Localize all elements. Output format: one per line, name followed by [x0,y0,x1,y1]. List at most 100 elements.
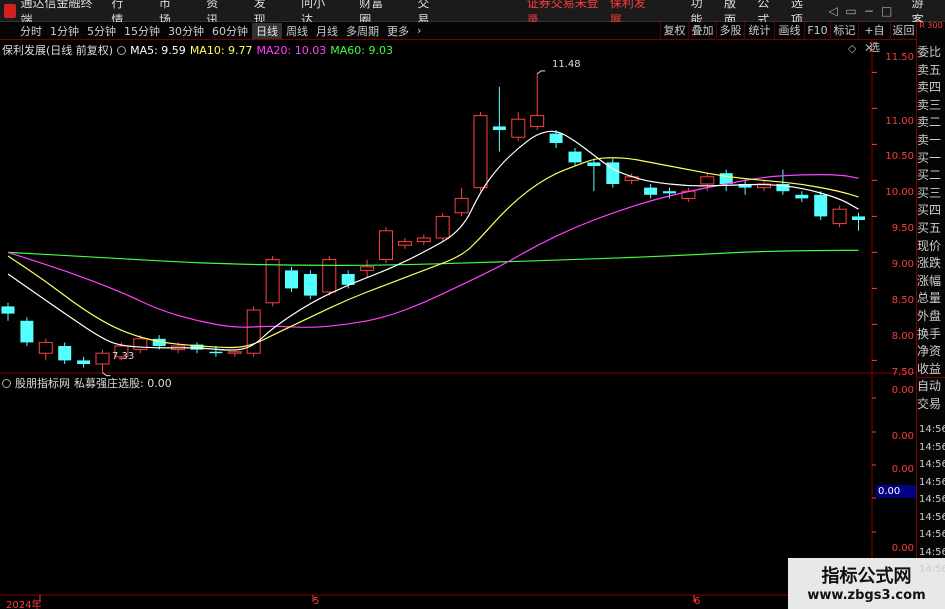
side-item[interactable]: 净资 [917,343,945,360]
side-item[interactable]: 卖三 [917,97,945,114]
x-label-may: 5 [313,596,320,607]
candle-body [587,162,601,166]
btn-mark[interactable]: 标记 [830,22,858,40]
kline-chart[interactable] [0,40,916,609]
price-tick: 11.00 [885,116,914,127]
chevron-right-icon[interactable]: › [413,24,425,37]
indicator-value-box: 0.00 [876,485,916,498]
candle-body [95,352,110,365]
btn-draw[interactable]: 画线 [774,22,804,40]
x-label-year: 2024年 [6,600,42,609]
period-15m[interactable]: 15分钟 [120,23,164,39]
candle-body [1,306,15,314]
side-item[interactable]: 买三 [917,185,945,202]
diamond-icon[interactable]: ◇ [848,42,856,55]
side-item[interactable]: 委比 [917,44,945,61]
restore-icon[interactable]: ▭ [842,1,860,21]
candle-body [644,187,658,195]
close-icon[interactable]: ✕ [864,41,874,55]
candle-body [832,208,847,225]
btn-f10[interactable]: F10 [804,22,830,40]
side-item[interactable]: 总量 [917,290,945,307]
period-multi[interactable]: 多周期 [342,23,383,39]
candle-body [568,151,582,163]
trade-time: 14:56 [919,511,945,523]
price-tick: 9.50 [891,223,914,234]
period-30m[interactable]: 30分钟 [164,23,208,39]
side-separator [917,377,945,378]
period-more[interactable]: 更多 [383,23,413,39]
side-item[interactable]: 涨幅 [917,273,945,290]
candle-body [492,126,506,130]
period-month[interactable]: 月线 [312,23,342,39]
btn-stats[interactable]: 统计 [744,22,774,40]
side-item[interactable]: 收益 [917,361,945,378]
period-week[interactable]: 周线 [282,23,312,39]
side-item[interactable]: 买二 [917,167,945,184]
period-minute[interactable]: 分时 [16,23,46,39]
side-item[interactable]: 涨跌 [917,255,945,272]
trade-time: 14:56 [919,494,945,505]
period-5m[interactable]: 5分钟 [83,23,120,39]
x-label-june: 6 [694,596,701,607]
watermark-url: www.zbgs3.com [807,588,926,603]
candle-body [38,341,53,354]
indicator-info: 股朋指标网 私募强庄选股: 0.00 [2,375,172,391]
ma20-label: MA20: 10.03 [256,43,327,57]
side-item[interactable]: 买四 [917,202,945,219]
trade-time: 14:56 [919,529,945,540]
candle-body [663,191,676,194]
candle-body [814,194,828,217]
candle-body [265,259,280,304]
minimize-icon[interactable]: − [860,1,878,21]
side-item[interactable]: 现价 [917,238,945,255]
ma5-line [7,130,859,351]
side-item[interactable]: 买一 [917,150,945,167]
candle-body [303,274,317,296]
indicator-tick: 0.00 [891,431,914,442]
price-tick: 8.50 [891,295,914,306]
side-item[interactable]: 交易 [917,396,945,413]
side-item[interactable]: 换手 [917,326,945,343]
app-logo-icon [4,3,17,18]
side-item[interactable]: 外盘 [917,308,945,325]
chart-info: 保利发展(日线 前复权) MA5: 9.59 MA10: 9.77 MA20: … [2,42,393,58]
btn-overlay[interactable]: 叠加 [688,22,716,40]
side-item[interactable]: 卖二 [917,114,945,131]
side-item[interactable]: 卖一 [917,132,945,149]
settings-circle-icon[interactable] [117,45,127,55]
candle-body [397,241,412,246]
btn-return[interactable]: 返回 [890,22,916,40]
period-toolbar: 分时 1分钟 5分钟 15分钟 30分钟 60分钟 日线 周线 月线 多周期 更… [0,22,945,54]
side-panel: 委比 卖五 卖四 卖三 卖二 卖一 买一 买二 买三 买四 买五 现价 涨跌 涨幅 总量 外盘 换手 净资 收益 自动… [916,40,945,609]
indicator-settings-icon[interactable] [2,378,11,388]
menu-bar: 通达信金融终端 行情 市场 资讯 发现 问小达 财富圈 交易 证券交易未登录 保… [0,0,945,27]
indicator-formula: 私募强庄选股: 0.00 [74,377,172,390]
candle-body [77,360,91,364]
btn-add-watchlist[interactable]: +自选 [858,22,890,54]
side-item[interactable]: 买五 [917,220,945,237]
trade-time: 14:56 [919,441,945,453]
price-tick: 11.50 [885,52,914,63]
side-item[interactable]: 卖五 [917,62,945,79]
period-1m[interactable]: 1分钟 [46,23,83,39]
candle-body [700,176,715,185]
candle-body [530,115,545,127]
period-60m[interactable]: 60分钟 [208,23,252,39]
candle-body [511,118,526,138]
maximize-icon[interactable]: □ [878,1,896,21]
ma60-label: MA60: 9.03 [330,43,393,57]
candle-body [852,216,865,220]
candle-body [435,215,450,239]
side-item[interactable]: 自动 [917,378,945,395]
period-day[interactable]: 日线 [252,22,282,39]
price-tick: 10.00 [885,187,914,198]
stock-title: 保利发展(日线 前复权) [2,44,114,57]
btn-multi-stock[interactable]: 多股 [716,22,744,40]
back-icon[interactable]: ◁ [824,1,842,21]
high-marker [536,70,546,75]
trade-time: 14:56 [919,564,945,575]
side-item[interactable]: 卖四 [917,79,945,96]
btn-adjust[interactable]: 复权 [660,22,688,40]
low-annotation: 7.33 [112,351,135,362]
